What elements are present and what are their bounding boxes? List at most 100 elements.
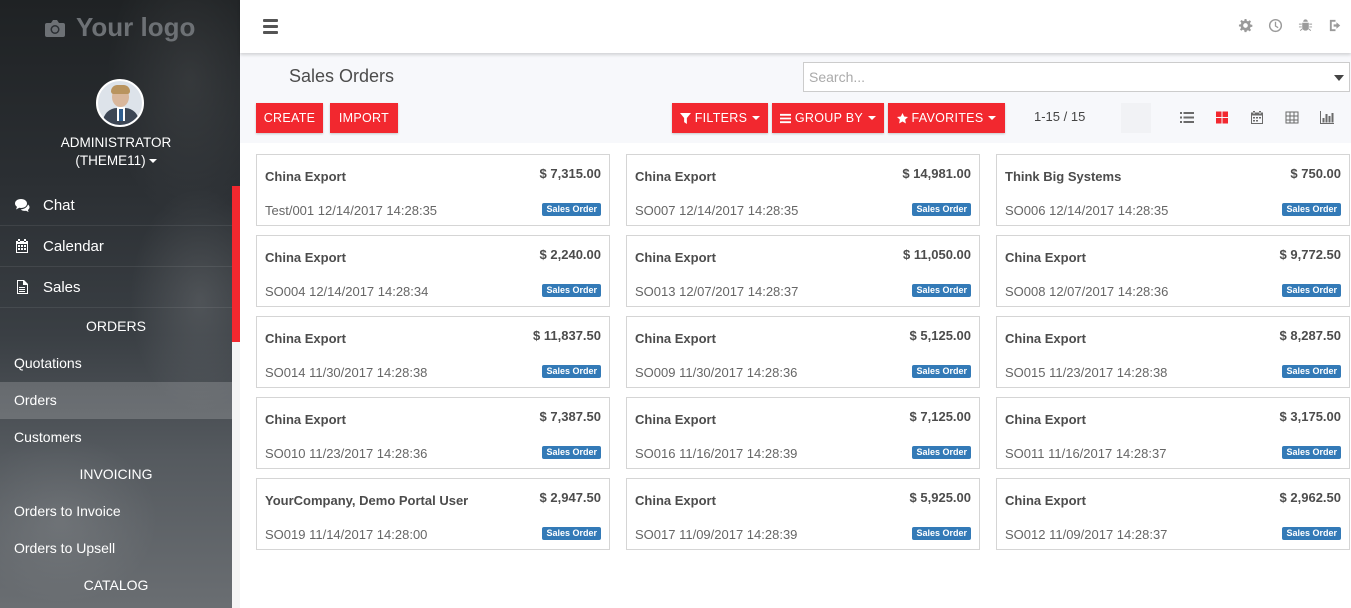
card-reference: SO006 12/14/2017 14:28:35 [1005,203,1169,218]
card-amount: $ 5,925.00 [909,490,971,505]
sidebar-item-quotations[interactable]: Quotations [0,345,232,382]
list-view-icon[interactable] [1180,111,1194,124]
logo-text: Your logo [76,12,196,42]
user-menu[interactable]: ADMINISTRATOR (THEME11) [0,134,232,170]
card-customer: China Export [635,250,716,265]
kanban-card[interactable]: China Export $ 3,175.00 SO011 11/16/2017 1… [996,397,1350,469]
sidebar-item-orders[interactable]: Orders [0,382,232,419]
status-badge: Sales Order [912,284,971,297]
sidebar: Your logo ADMINISTRATOR (THEME11) Chat C… [0,0,240,608]
graph-view-icon[interactable] [1320,111,1334,124]
status-badge: Sales Order [1282,203,1341,216]
calendar-icon [16,239,28,253]
view-switcher [1180,111,1334,124]
chevron-down-icon [148,159,157,164]
card-amount: $ 14,981.00 [902,166,971,181]
status-badge: Sales Order [542,203,601,216]
card-amount: $ 7,125.00 [909,409,971,424]
kanban-view: China Export $ 7,315.00 Test/001 12/14/201… [256,154,1350,550]
card-reference: SO008 12/07/2017 14:28:36 [1005,284,1169,299]
pager-value[interactable]: 1-15 / 15 [1034,109,1085,124]
search-box[interactable] [803,62,1350,92]
kanban-card[interactable]: China Export $ 11,837.50 SO014 11/30/2017 … [256,316,610,388]
card-reference: Test/001 12/14/2017 14:28:35 [265,203,438,218]
kanban-card[interactable]: China Export $ 9,772.50 SO008 12/07/2017 1… [996,235,1350,307]
main-content: Sales Orders CREATE IMPORT FILTERS GROUP… [240,53,1351,608]
kanban-card[interactable]: China Export $ 5,925.00 SO017 11/09/2017 1… [626,478,980,550]
sidebar-item-orders-to-invoice[interactable]: Orders to Invoice [0,493,232,530]
card-amount: $ 11,837.50 [533,328,601,343]
menu-item-calendar[interactable]: Calendar [0,226,232,267]
status-badge: Sales Order [912,527,971,540]
card-reference: SO009 11/30/2017 14:28:36 [635,365,798,380]
logout-icon[interactable] [1328,18,1343,33]
kanban-card[interactable]: China Export $ 2,240.00 SO004 12/14/2017 1… [256,235,610,307]
chevron-down-icon [752,116,761,120]
kanban-card[interactable]: China Export $ 7,125.00 SO016 11/16/2017 1… [626,397,980,469]
kanban-card[interactable]: China Export $ 2,962.50 SO012 11/09/2017 1… [996,478,1350,550]
section-orders: ORDERS [86,318,146,334]
card-customer: China Export [635,412,716,427]
card-reference: SO010 11/23/2017 14:28:36 [265,446,428,461]
import-button[interactable]: IMPORT [330,103,398,133]
kanban-card[interactable]: China Export $ 11,050.00 SO013 12/07/2017 … [626,235,980,307]
logo[interactable]: Your logo [44,12,195,43]
filters-label: FILTERS [694,111,748,125]
card-customer: China Export [635,169,716,184]
kanban-card[interactable]: YourCompany, Demo Portal User $ 2,947.50 S… [256,478,610,550]
sidebar-scrollbar-thumb[interactable] [232,186,240,342]
menu-item-chat[interactable]: Chat [0,185,232,226]
card-reference: SO011 11/16/2017 14:28:37 [1005,446,1167,461]
filters-button[interactable]: FILTERS [672,103,768,133]
status-badge: Sales Order [912,365,971,378]
clock-icon[interactable] [1268,18,1283,33]
pivot-view-icon[interactable] [1285,111,1299,124]
bug-icon[interactable] [1298,18,1313,33]
card-reference: SO017 11/09/2017 14:28:39 [635,527,798,542]
card-reference: SO015 11/23/2017 14:28:38 [1005,365,1168,380]
kanban-view-icon[interactable] [1215,111,1229,124]
kanban-card[interactable]: China Export $ 7,387.50 SO010 11/23/2017 1… [256,397,610,469]
card-customer: China Export [265,169,346,184]
topbar [240,0,1351,53]
avatar[interactable] [96,79,144,127]
user-name: ADMINISTRATOR [60,135,172,150]
card-customer: China Export [1005,493,1086,508]
sidebar-item-orders-to-upsell[interactable]: Orders to Upsell [0,530,232,567]
menu-item-label: Calendar [43,237,104,255]
list-icon [779,113,791,123]
search-dropdown-icon[interactable] [1334,75,1344,81]
card-amount: $ 2,240.00 [539,247,601,262]
status-badge: Sales Order [1282,365,1341,378]
hamburger-menu-icon[interactable] [263,19,278,34]
card-reference: SO019 11/14/2017 14:28:00 [265,527,428,542]
menu-item-sales[interactable]: Sales [0,267,232,308]
pager-buttons[interactable] [1121,103,1151,133]
user-theme: (THEME11) [75,153,146,168]
kanban-card[interactable]: China Export $ 5,125.00 SO009 11/30/2017 1… [626,316,980,388]
status-badge: Sales Order [542,527,601,540]
filter-icon [679,112,691,124]
sidebar-item-customers[interactable]: Customers [0,419,232,456]
kanban-card[interactable]: China Export $ 7,315.00 Test/001 12/14/201… [256,154,610,226]
kanban-card[interactable]: China Export $ 14,981.00 SO007 12/14/2017 … [626,154,980,226]
kanban-card[interactable]: China Export $ 8,287.50 SO015 11/23/2017 1… [996,316,1350,388]
card-reference: SO007 12/14/2017 14:28:35 [635,203,799,218]
kanban-card[interactable]: Think Big Systems $ 750.00 SO006 12/14/201… [996,154,1350,226]
card-customer: YourCompany, Demo Portal User [265,493,469,508]
section-invoicing: INVOICING [79,466,153,482]
search-input[interactable] [804,63,1304,91]
chevron-down-icon [868,116,877,120]
status-badge: Sales Order [1282,527,1341,540]
card-reference: SO013 12/07/2017 14:28:37 [635,284,799,299]
favorites-button[interactable]: FAVORITES [888,103,1005,133]
card-amount: $ 8,287.50 [1279,328,1341,343]
calendar-view-icon[interactable] [1250,111,1264,124]
group-by-button[interactable]: GROUP BY [772,103,884,133]
create-button[interactable]: CREATE [256,103,323,133]
card-amount: $ 2,962.50 [1279,490,1341,505]
sidebar-scrollbar-track[interactable] [232,342,240,608]
gear-icon[interactable] [1238,18,1253,33]
camera-icon [45,19,65,37]
status-badge: Sales Order [912,446,971,459]
